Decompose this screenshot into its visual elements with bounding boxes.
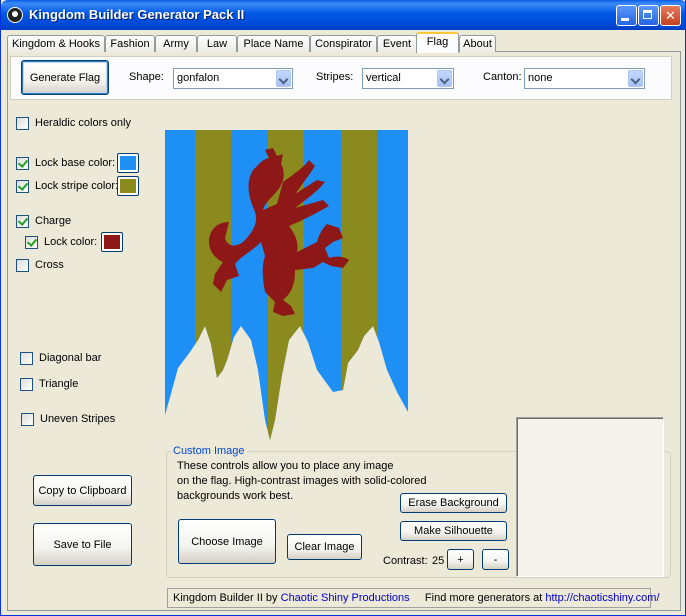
charge-label: Charge [35,215,72,227]
diagonal-checkbox[interactable] [20,352,33,365]
chevron-down-icon[interactable] [628,70,643,87]
maximize-button[interactable] [638,5,659,26]
chevron-down-icon[interactable] [437,70,452,87]
lock-charge-checkbox[interactable] [25,236,38,249]
custom-image-preview [516,417,664,577]
clear-image-button[interactable]: Clear Image [287,534,362,560]
cross-label: Cross [35,259,64,271]
description-line: These controls allow you to place any im… [177,460,394,472]
save-file-button[interactable]: Save to File [33,523,132,566]
lock-stripe-label: Lock stripe color: [35,180,119,192]
tab-about[interactable]: About [459,35,496,52]
flag-preview [165,130,408,440]
custom-image-description: These controls allow you to place any im… [177,459,437,504]
shape-value: gonfalon [177,72,220,84]
tab-conspirator[interactable]: Conspirator [310,35,377,52]
base-color-button[interactable] [117,153,139,173]
diagonal-label: Diagonal bar [39,352,102,364]
canton-value: none [528,72,553,84]
erase-background-button[interactable]: Erase Background [400,493,507,513]
flag-stripe [341,130,377,440]
heraldic-checkbox[interactable] [16,117,29,130]
cross-checkbox[interactable] [16,259,29,272]
description-line: on the flag. High-contrast images with s… [177,475,427,487]
canton-select[interactable]: none [524,68,645,89]
canton-label: Canton: [483,71,522,83]
tab-flag[interactable]: Flag [416,32,459,53]
credit-text: Kingdom Builder II by [173,592,278,604]
charge-checkbox[interactable] [16,215,29,228]
charge-color-button[interactable] [101,232,123,252]
shape-select[interactable]: gonfalon [173,68,293,89]
base-color-swatch [120,156,136,170]
status-bar: Kingdom Builder II by Chaotic Shiny Prod… [167,588,660,608]
flag-stripe [195,130,231,440]
heraldic-label: Heraldic colors only [35,117,131,129]
lock-base-checkbox[interactable] [16,157,29,170]
custom-image-title: Custom Image [171,445,247,457]
stripes-label: Stripes: [316,71,354,83]
copy-clipboard-button[interactable]: Copy to Clipboard [33,475,132,506]
description-line: backgrounds work best. [177,490,294,502]
shape-label: Shape: [129,71,164,83]
tab-event[interactable]: Event [377,35,417,52]
website-link[interactable]: http://chaoticshiny.com/ [545,592,659,604]
title-bar[interactable]: Kingdom Builder Generator Pack II ✕ [1,0,685,30]
stripe-color-button[interactable] [117,176,139,196]
contrast-value: 25 [432,555,445,567]
tab-law[interactable]: Law [197,35,237,52]
more-generators-text: Find more generators at [424,592,543,604]
contrast-minus-button[interactable]: - [482,549,509,570]
tab-place-name[interactable]: Place Name [237,35,310,52]
triangle-checkbox[interactable] [20,378,33,391]
contrast-label: Contrast: [383,555,428,567]
lock-base-label: Lock base color: [35,157,116,169]
charge-color-swatch [104,235,120,249]
tab-army[interactable]: Army [155,35,197,52]
window-title: Kingdom Builder Generator Pack II [29,7,245,22]
stripes-value: vertical [366,72,401,84]
make-silhouette-button[interactable]: Make Silhouette [400,521,507,541]
uneven-checkbox[interactable] [21,413,34,426]
lock-charge-label: Lock color: [44,236,98,248]
generate-flag-button[interactable]: Generate Flag [21,60,109,95]
close-button[interactable]: ✕ [660,5,681,26]
stripe-color-swatch [120,179,136,193]
choose-image-button[interactable]: Choose Image [178,519,276,564]
app-window: Kingdom Builder Generator Pack II ✕ King… [0,0,686,616]
author-link[interactable]: Chaotic Shiny Productions [281,592,410,604]
tab-kingdom-hooks[interactable]: Kingdom & Hooks [7,35,105,52]
chevron-down-icon[interactable] [276,70,291,87]
minimize-button[interactable] [616,5,637,26]
app-icon[interactable] [7,7,23,23]
tab-strip: Kingdom & Hooks Fashion Army Law Place N… [7,32,681,53]
uneven-label: Uneven Stripes [40,413,116,425]
contrast-plus-button[interactable]: + [447,549,474,570]
stripes-select[interactable]: vertical [362,68,454,89]
lock-stripe-checkbox[interactable] [16,180,29,193]
tab-fashion[interactable]: Fashion [105,35,155,52]
triangle-label: Triangle [39,378,79,390]
